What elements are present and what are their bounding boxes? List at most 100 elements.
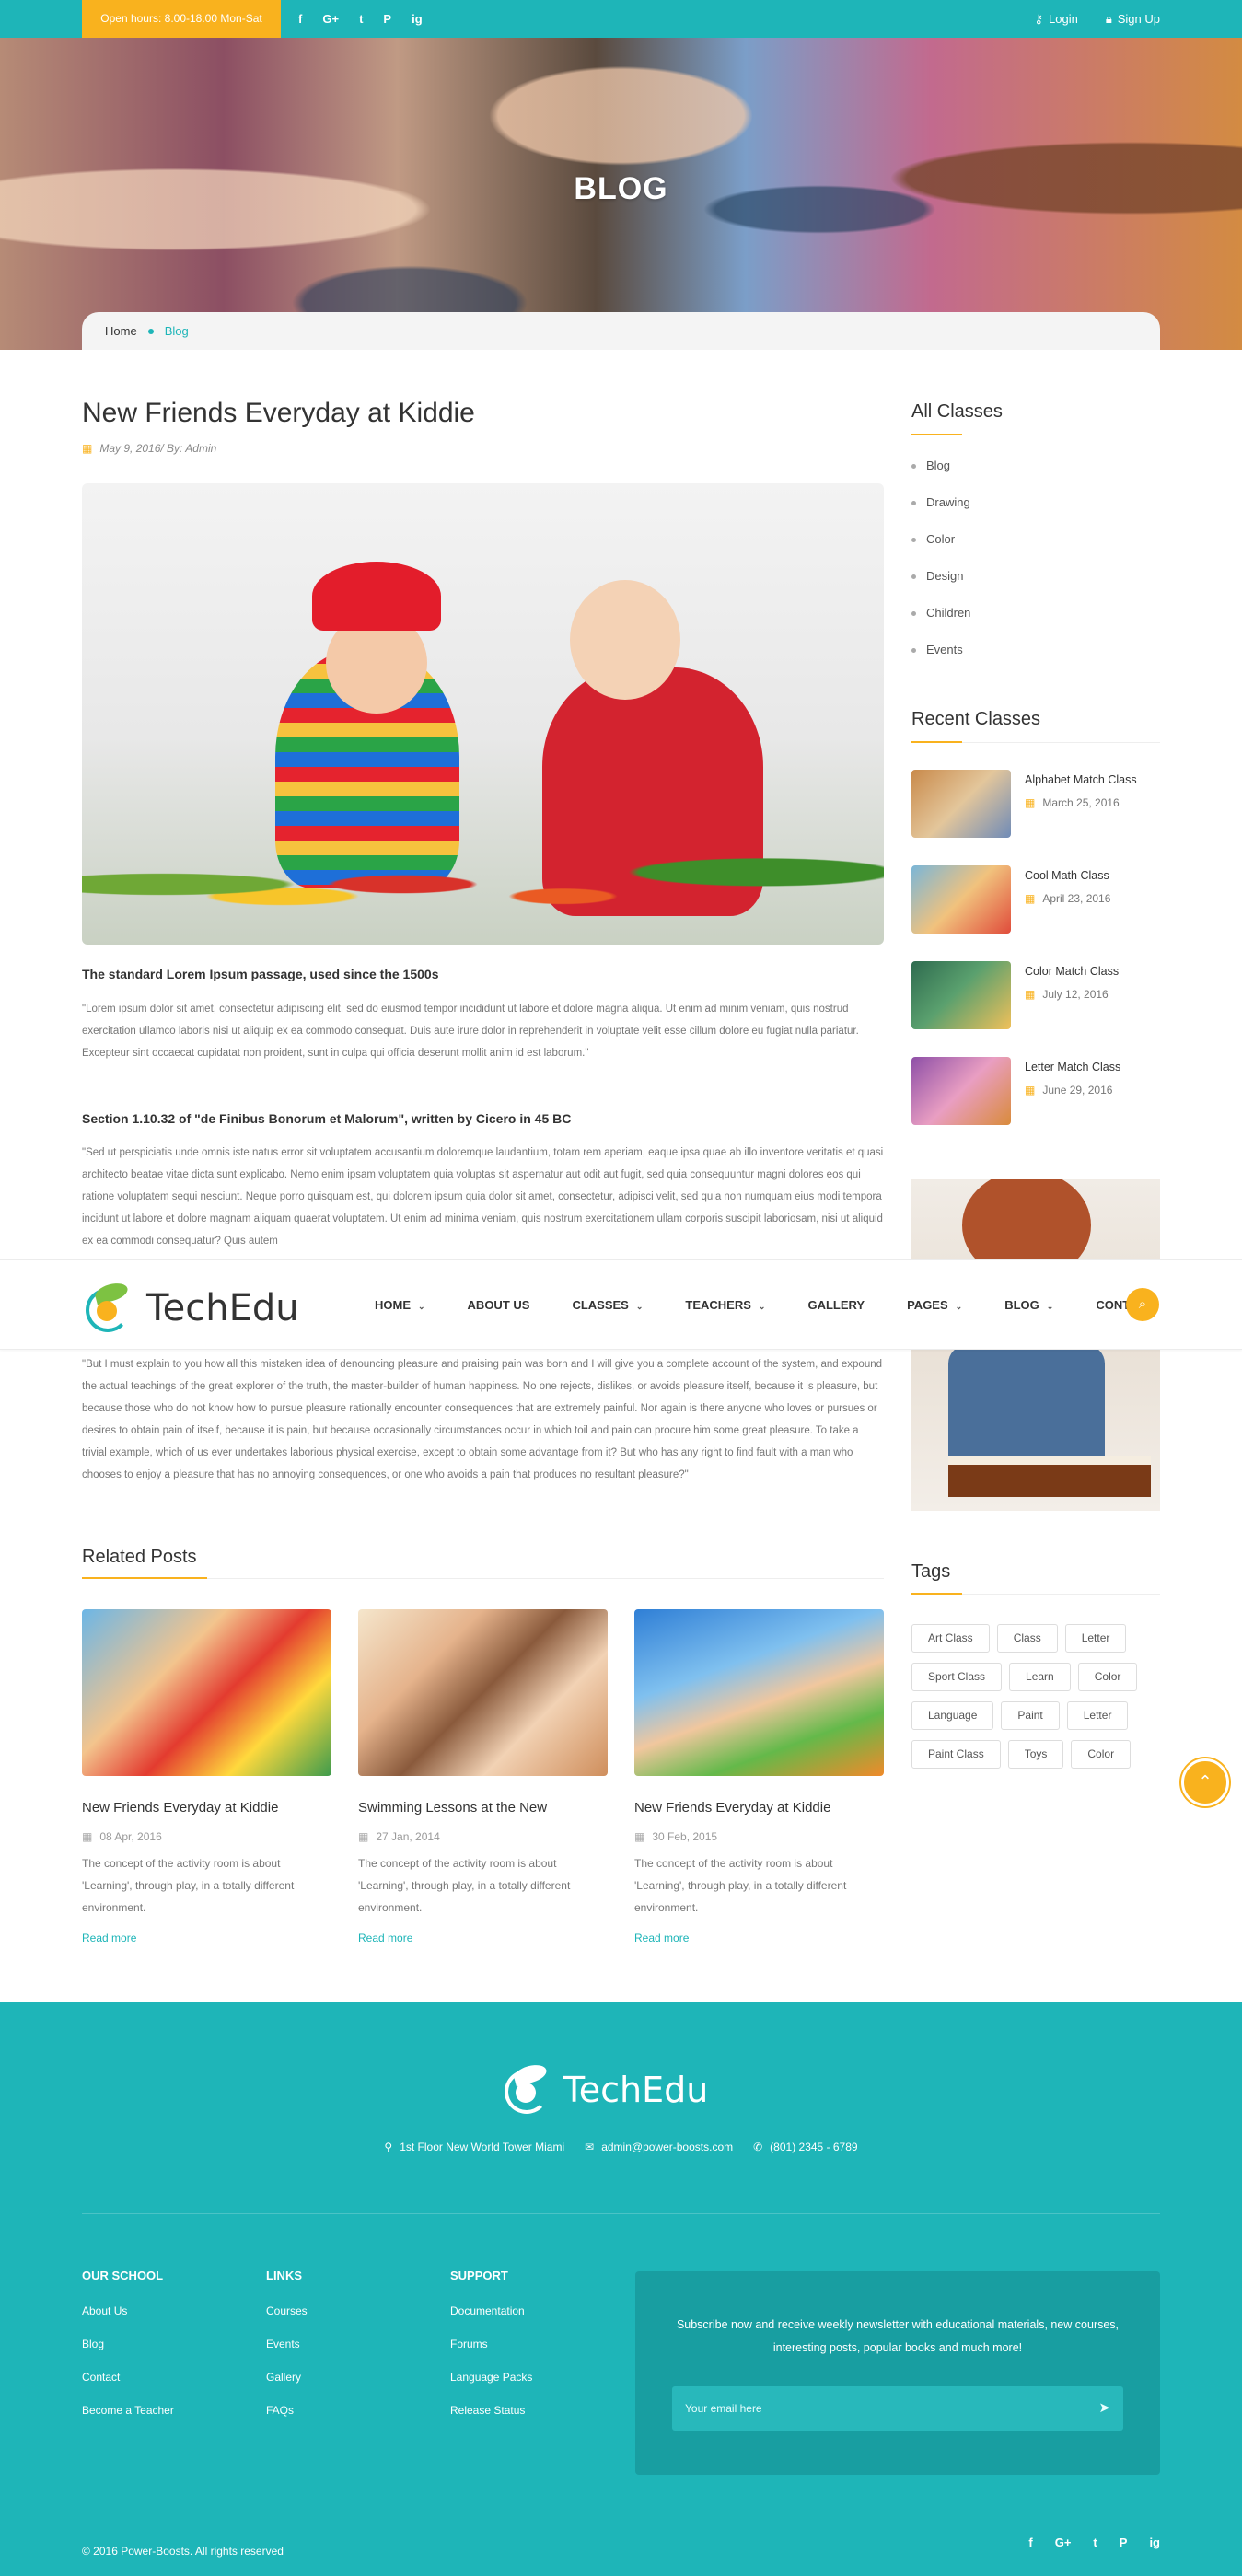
logo-icon (82, 1280, 133, 1334)
category-item[interactable]: Children (911, 602, 970, 639)
footer-phone[interactable]: (801) 2345 - 6789 (770, 2141, 857, 2153)
pinterest-icon[interactable]: P (383, 12, 391, 26)
nav-classes[interactable]: CLASSES ⌄ (572, 1298, 685, 1312)
tag[interactable]: Color (1077, 1663, 1138, 1691)
footer-link[interactable]: Language Packs (450, 2371, 532, 2404)
tag[interactable]: Class (996, 1624, 1058, 1653)
recent-class-item[interactable]: Color Match Class ▦ July 12, 2016 (911, 961, 1160, 1029)
login-link[interactable]: ⚷ Login (1034, 12, 1077, 27)
category-item[interactable]: Color (911, 528, 970, 565)
newsletter-box: Subscribe now and receive weekly newslet… (635, 2271, 1160, 2475)
tag[interactable]: Paint (1001, 1701, 1060, 1730)
related-post-title[interactable]: New Friends Everyday at Kiddie (634, 1800, 884, 1816)
footer-link[interactable]: Courses (266, 2304, 308, 2338)
nav-blog[interactable]: BLOG ⌄ (1004, 1298, 1096, 1312)
breadcrumb-home[interactable]: Home (105, 324, 137, 338)
category-item[interactable]: Drawing (911, 492, 970, 528)
read-more-link[interactable]: Read more (358, 1932, 608, 1944)
site-logo[interactable]: TechEdu (82, 1280, 299, 1334)
brand-name: TechEdu (146, 1287, 299, 1329)
footer-link[interactable]: Documentation (450, 2304, 532, 2338)
nav-teachers[interactable]: TEACHERS ⌄ (685, 1298, 807, 1312)
tag[interactable]: Color (1071, 1740, 1132, 1769)
related-post-excerpt: The concept of the activity room is abou… (358, 1857, 571, 1914)
footer-link[interactable]: Gallery (266, 2371, 308, 2404)
related-post-image[interactable] (358, 1609, 608, 1776)
footer-link[interactable]: Contact (82, 2371, 174, 2404)
top-social-links: f G+ t P ig (298, 0, 423, 38)
pinterest-icon[interactable]: P (1120, 2535, 1128, 2549)
chevron-down-icon: ⌄ (1046, 1301, 1054, 1311)
calendar-icon: ▦ (1025, 796, 1036, 809)
instagram-icon[interactable]: ig (1149, 2535, 1160, 2549)
tag[interactable]: Learn (1009, 1663, 1071, 1691)
footer-brand-name: TechEdu (563, 2070, 709, 2110)
search-button[interactable]: ⌕ (1126, 1288, 1159, 1321)
hero-banner: BLOG (0, 38, 1242, 350)
tag[interactable]: Sport Class (911, 1663, 1003, 1691)
related-post-image[interactable] (634, 1609, 884, 1776)
category-list: Blog Drawing Color Design Children Event… (911, 455, 970, 676)
recent-class-item[interactable]: Alphabet Match Class ▦ March 25, 2016 (911, 770, 1160, 838)
facebook-icon[interactable]: f (298, 12, 302, 26)
mail-icon: ✉ (585, 2141, 595, 2153)
category-item[interactable]: Design (911, 565, 970, 602)
top-bar: Open hours: 8.00-18.00 Mon-Sat f G+ t P … (0, 0, 1242, 38)
tag[interactable]: Art Class (911, 1624, 990, 1653)
footer-link[interactable]: Forums (450, 2338, 532, 2371)
nav-about-us[interactable]: ABOUT US (468, 1298, 573, 1312)
related-post-title[interactable]: New Friends Everyday at Kiddie (82, 1800, 331, 1816)
map-pin-icon: ⚲ (384, 2141, 393, 2153)
back-to-top-button[interactable]: ⌃ (1181, 1758, 1229, 1806)
all-classes-title: All Classes (911, 401, 1003, 422)
chevron-up-icon: ⌃ (1198, 1772, 1213, 1791)
post-featured-image (82, 483, 884, 945)
newsletter-email-input[interactable]: Your email here ➤ (672, 2386, 1123, 2431)
send-icon[interactable]: ➤ (1098, 2386, 1110, 2431)
recent-class-thumbnail (911, 961, 1011, 1029)
google-plus-icon[interactable]: G+ (322, 12, 339, 26)
tag[interactable]: Letter (1066, 1701, 1129, 1730)
category-item[interactable]: Events (911, 639, 970, 676)
footer-link[interactable]: About Us (82, 2304, 174, 2338)
tag[interactable]: Language (911, 1701, 994, 1730)
calendar-icon: ▦ (634, 1830, 645, 1843)
facebook-icon[interactable]: f (1028, 2535, 1032, 2549)
related-post-card: Swimming Lessons at the New ▦ 27 Jan, 201… (358, 1609, 608, 1944)
footer-email[interactable]: admin@power-boosts.com (601, 2141, 733, 2153)
footer-logo[interactable]: TechEdu (501, 2061, 709, 2116)
nav-gallery[interactable]: GALLERY (807, 1298, 907, 1312)
tag[interactable]: Letter (1064, 1624, 1127, 1653)
footer-link[interactable]: Blog (82, 2338, 174, 2371)
twitter-icon[interactable]: t (1093, 2535, 1097, 2549)
section1-title: The standard Lorem Ipsum passage, used s… (82, 967, 439, 981)
tag[interactable]: Paint Class (911, 1740, 1001, 1769)
chevron-down-icon: ⌄ (758, 1301, 766, 1311)
footer-link[interactable]: FAQs (266, 2404, 308, 2437)
nav-pages[interactable]: PAGES ⌄ (907, 1298, 1004, 1312)
category-item[interactable]: Blog (911, 455, 970, 492)
nav-home[interactable]: HOME ⌄ (375, 1298, 468, 1312)
newsletter-text: Subscribe now and receive weekly newslet… (676, 2318, 1120, 2354)
related-post-title[interactable]: Swimming Lessons at the New (358, 1800, 608, 1816)
footer-link[interactable]: Events (266, 2338, 308, 2371)
tag[interactable]: Toys (1007, 1740, 1064, 1769)
breadcrumb: Home Blog (82, 312, 1160, 350)
read-more-link[interactable]: Read more (634, 1932, 884, 1944)
nav-menu: HOME ⌄ ABOUT US CLASSES ⌄ TEACHERS ⌄ GALLER… (375, 1260, 1196, 1349)
recent-class-item[interactable]: Letter Match Class ▦ June 29, 2016 (911, 1057, 1160, 1125)
chevron-down-icon: ⌄ (955, 1301, 963, 1311)
footer-link[interactable]: Release Status (450, 2404, 532, 2437)
search-icon: ⌕ (1138, 1296, 1147, 1312)
recent-class-item[interactable]: Cool Math Class ▦ April 23, 2016 (911, 865, 1160, 934)
twitter-icon[interactable]: t (359, 12, 363, 26)
recent-classes-title: Recent Classes (911, 709, 1041, 729)
footer-contacts: ⚲ 1st Floor New World Tower Miami ✉ admin@… (0, 2141, 1242, 2153)
related-post-image[interactable] (82, 1609, 331, 1776)
instagram-icon[interactable]: ig (412, 12, 423, 26)
related-post-excerpt: The concept of the activity room is abou… (634, 1857, 847, 1914)
footer-link[interactable]: Become a Teacher (82, 2404, 174, 2437)
google-plus-icon[interactable]: G+ (1055, 2535, 1072, 2549)
signup-link[interactable]: 🔒︎ Sign Up (1106, 12, 1160, 27)
read-more-link[interactable]: Read more (82, 1932, 331, 1944)
